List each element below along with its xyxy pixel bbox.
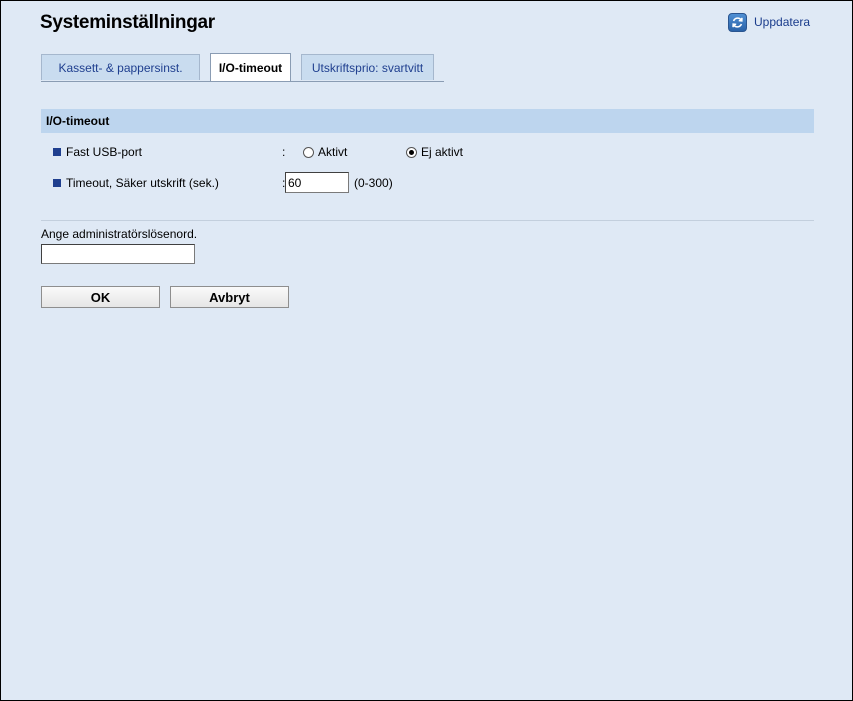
window-frame: Systeminställningar Uppdatera Kassett- &… <box>0 0 853 701</box>
tab-io-timeout[interactable]: I/O-timeout <box>210 53 291 81</box>
setting-row-fast-usb: Fast USB-port <box>53 142 142 162</box>
timeout-label: Timeout, Säker utskrift (sek.) <box>66 176 219 190</box>
fast-usb-label: Fast USB-port <box>66 145 143 159</box>
password-input[interactable] <box>41 244 195 264</box>
bullet-icon <box>53 179 61 187</box>
tab-cassette-paper[interactable]: Kassett- & pappersinst. <box>41 54 200 80</box>
section-header: I/O-timeout <box>41 109 814 133</box>
password-label: Ange administratörslösenord. <box>41 227 198 241</box>
divider <box>41 220 814 221</box>
ok-button[interactable]: OK <box>41 286 160 308</box>
refresh-label[interactable]: Uppdatera <box>754 15 810 29</box>
timeout-range-hint: (0-300) <box>354 176 393 190</box>
bullet-icon <box>53 148 61 156</box>
radio-button-icon[interactable] <box>303 146 314 158</box>
setting-row-timeout: Timeout, Säker utskrift (sek.) <box>53 173 219 193</box>
refresh-icon[interactable] <box>728 12 747 32</box>
refresh-link[interactable]: Uppdatera <box>728 12 810 32</box>
tab-print-priority[interactable]: Utskriftsprio: svartvitt <box>301 54 434 80</box>
tab-bar: Kassett- & pappersinst. I/O-timeout Utsk… <box>41 53 444 82</box>
timeout-input[interactable] <box>285 172 349 193</box>
radio-label-active[interactable]: Aktivt <box>318 145 347 159</box>
fast-usb-separator: : <box>282 145 286 159</box>
radio-label-inactive[interactable]: Ej aktivt <box>421 145 463 159</box>
radio-fast-usb-active[interactable]: Aktivt <box>303 145 347 159</box>
page-title: Systeminställningar <box>40 12 215 33</box>
radio-fast-usb-inactive[interactable]: Ej aktivt <box>406 145 463 159</box>
cancel-button[interactable]: Avbryt <box>170 286 289 308</box>
radio-button-checked-icon[interactable] <box>406 146 417 158</box>
